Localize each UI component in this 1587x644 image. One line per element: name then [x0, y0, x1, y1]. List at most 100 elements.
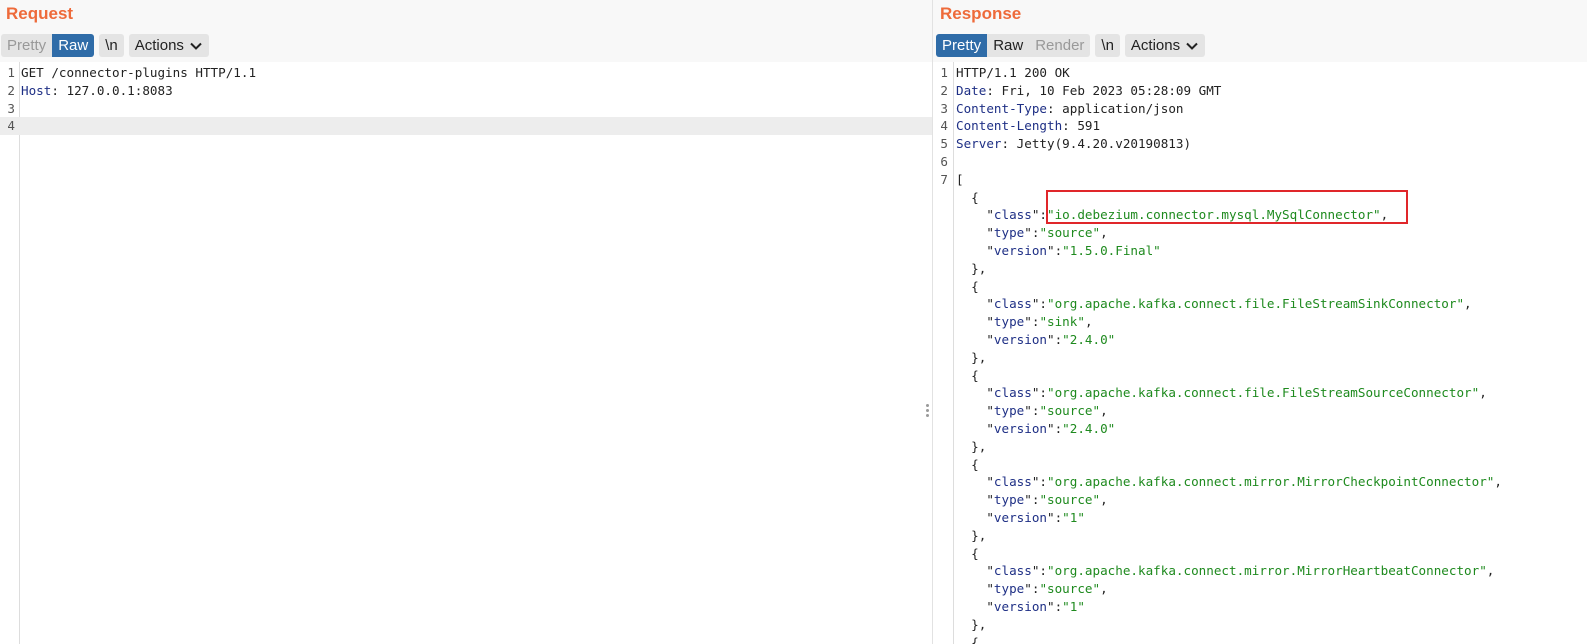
code-line: 3 Content-Type: application/json: [933, 100, 1587, 118]
response-view-tabs: Pretty Raw Render: [936, 34, 1091, 57]
code-line: 7[: [933, 171, 1587, 189]
punct: ":: [1031, 207, 1048, 223]
request-title: Request: [6, 4, 74, 23]
code-line: 6: [933, 153, 1587, 171]
json-class-value: "org.apache.kafka.connect.file.FileStrea…: [1047, 385, 1480, 401]
json-key: class: [993, 296, 1032, 312]
line-content: "type":"source",: [956, 402, 1107, 420]
line-number: 3: [940, 100, 948, 116]
response-tab-raw[interactable]: Raw: [987, 34, 1030, 57]
brace: {: [956, 278, 979, 294]
request-pane: Request Pretty Raw \n Actions 1 GET /conn…: [0, 0, 932, 644]
request-editor[interactable]: 1 GET /connector-plugins HTTP/1.1 2 Host: 1…: [0, 62, 932, 644]
response-editor[interactable]: 1 HTTP/1.1 200 OK 2 Date: Fri, 10 Feb 2023 …: [933, 62, 1587, 644]
json-key: class: [993, 385, 1032, 401]
response-tab-render[interactable]: Render: [1029, 34, 1091, 57]
line-content: "version":"1.5.0.Final": [956, 242, 1160, 260]
code-line: {: [933, 367, 1587, 385]
line-number: 1: [7, 65, 15, 80]
json-key: type: [993, 314, 1025, 330]
request-actions-label: Actions: [134, 37, 184, 54]
code-line: 3: [0, 100, 932, 118]
code-line: "type":"source",: [933, 224, 1587, 242]
json-key: version: [993, 510, 1047, 525]
line-content: "version":"1": [956, 509, 1085, 527]
json-class-value: "org.apache.kafka.connect.mirror.MirrorC…: [1047, 474, 1495, 490]
response-title: Response: [940, 4, 1022, 23]
line-content: "version":"2.4.0": [956, 420, 1115, 438]
line-content: {: [956, 545, 979, 563]
line-number: 1: [940, 65, 948, 80]
json-key: version: [993, 421, 1047, 436]
punct: ":: [1047, 510, 1063, 525]
line-content: GET /connector-plugins HTTP/1.1: [21, 64, 256, 82]
punct: ":: [1047, 332, 1063, 347]
punct: ": [956, 296, 994, 312]
response-actions-button[interactable]: Actions: [1124, 34, 1206, 57]
punct: ": [956, 599, 994, 614]
json-type-value: "source": [1039, 403, 1101, 419]
code-line: {: [933, 278, 1587, 296]
code-line: 5 Server: Jetty(9.4.20.v20190813): [933, 135, 1587, 153]
response-tab-pretty[interactable]: Pretty: [936, 34, 988, 57]
pane-resize-handle[interactable]: [923, 404, 931, 418]
code-line: "class":"org.apache.kafka.connect.file.F…: [933, 384, 1587, 402]
code-line: "type":"source",: [933, 491, 1587, 509]
code-line: 4 Content-Length: 591: [933, 117, 1587, 135]
json-version-value: "2.4.0": [1062, 421, 1116, 436]
punct: ":: [1024, 492, 1040, 508]
header-key: Content-Length: [956, 118, 1063, 134]
code-line: "version":"2.4.0": [933, 420, 1587, 438]
request-newline-button[interactable]: \n: [99, 34, 124, 57]
brace: },: [956, 260, 987, 276]
punct: ": [956, 243, 994, 258]
punct: ,: [1100, 225, 1108, 241]
code-line: },: [933, 616, 1587, 634]
response-pane: Response Pretty Raw Render \n Actions 1H…: [932, 0, 1587, 644]
json-type-value: "source": [1039, 581, 1101, 597]
line-content: "class":"org.apache.kafka.connect.file.F…: [956, 384, 1487, 402]
line-content: Date: Fri, 10 Feb 2023 05:28:09 GMT: [956, 82, 1221, 100]
response-toolbar: Pretty Raw Render \n Actions: [936, 34, 1206, 57]
code-line: },: [933, 260, 1587, 278]
line-content: {: [956, 278, 979, 296]
json-version-value: "1": [1062, 510, 1085, 525]
brace: },: [956, 616, 987, 632]
code-line: },: [933, 527, 1587, 545]
line-content: Host: 127.0.0.1:8083: [21, 82, 173, 100]
request-line-gutter: [0, 62, 20, 644]
line-content: {: [956, 634, 979, 644]
punct: ,: [1479, 385, 1487, 401]
line-content: [: [956, 171, 964, 189]
line-content: "type":"sink",: [956, 313, 1092, 331]
brace: {: [956, 634, 979, 644]
request-actions-button[interactable]: Actions: [128, 34, 209, 57]
response-newline-button[interactable]: \n: [1095, 34, 1120, 57]
json-key: class: [993, 207, 1032, 223]
line-content: "class":"org.apache.kafka.connect.file.F…: [956, 295, 1471, 313]
line-number: 2: [7, 82, 15, 98]
line-text: : 127.0.0.1:8083: [51, 82, 173, 98]
punct: ":: [1024, 403, 1040, 419]
punct: ": [956, 385, 994, 401]
request-header: Request Pretty Raw \n Actions: [0, 0, 932, 62]
punct: ":: [1031, 385, 1048, 401]
line-text: : Fri, 10 Feb 2023 05:28:09 GMT: [986, 82, 1222, 98]
code-line: "version":"1": [933, 509, 1587, 527]
line-number: 7: [940, 171, 948, 187]
json-key: version: [993, 599, 1047, 614]
punct: ": [956, 332, 994, 347]
json-key: type: [993, 492, 1025, 508]
request-tab-raw[interactable]: Raw: [52, 34, 95, 57]
code-line: "type":"source",: [933, 402, 1587, 420]
request-tab-pretty[interactable]: Pretty: [1, 34, 53, 57]
brace: {: [956, 545, 979, 561]
line-text: HTTP/1.1 200 OK: [956, 65, 1070, 80]
code-line: 4: [0, 117, 932, 136]
json-key: class: [993, 474, 1032, 490]
punct: ,: [1486, 563, 1495, 579]
line-content: "type":"source",: [956, 491, 1107, 509]
brace: {: [956, 189, 979, 205]
brace: {: [956, 456, 979, 472]
punct: ":: [1047, 421, 1063, 436]
